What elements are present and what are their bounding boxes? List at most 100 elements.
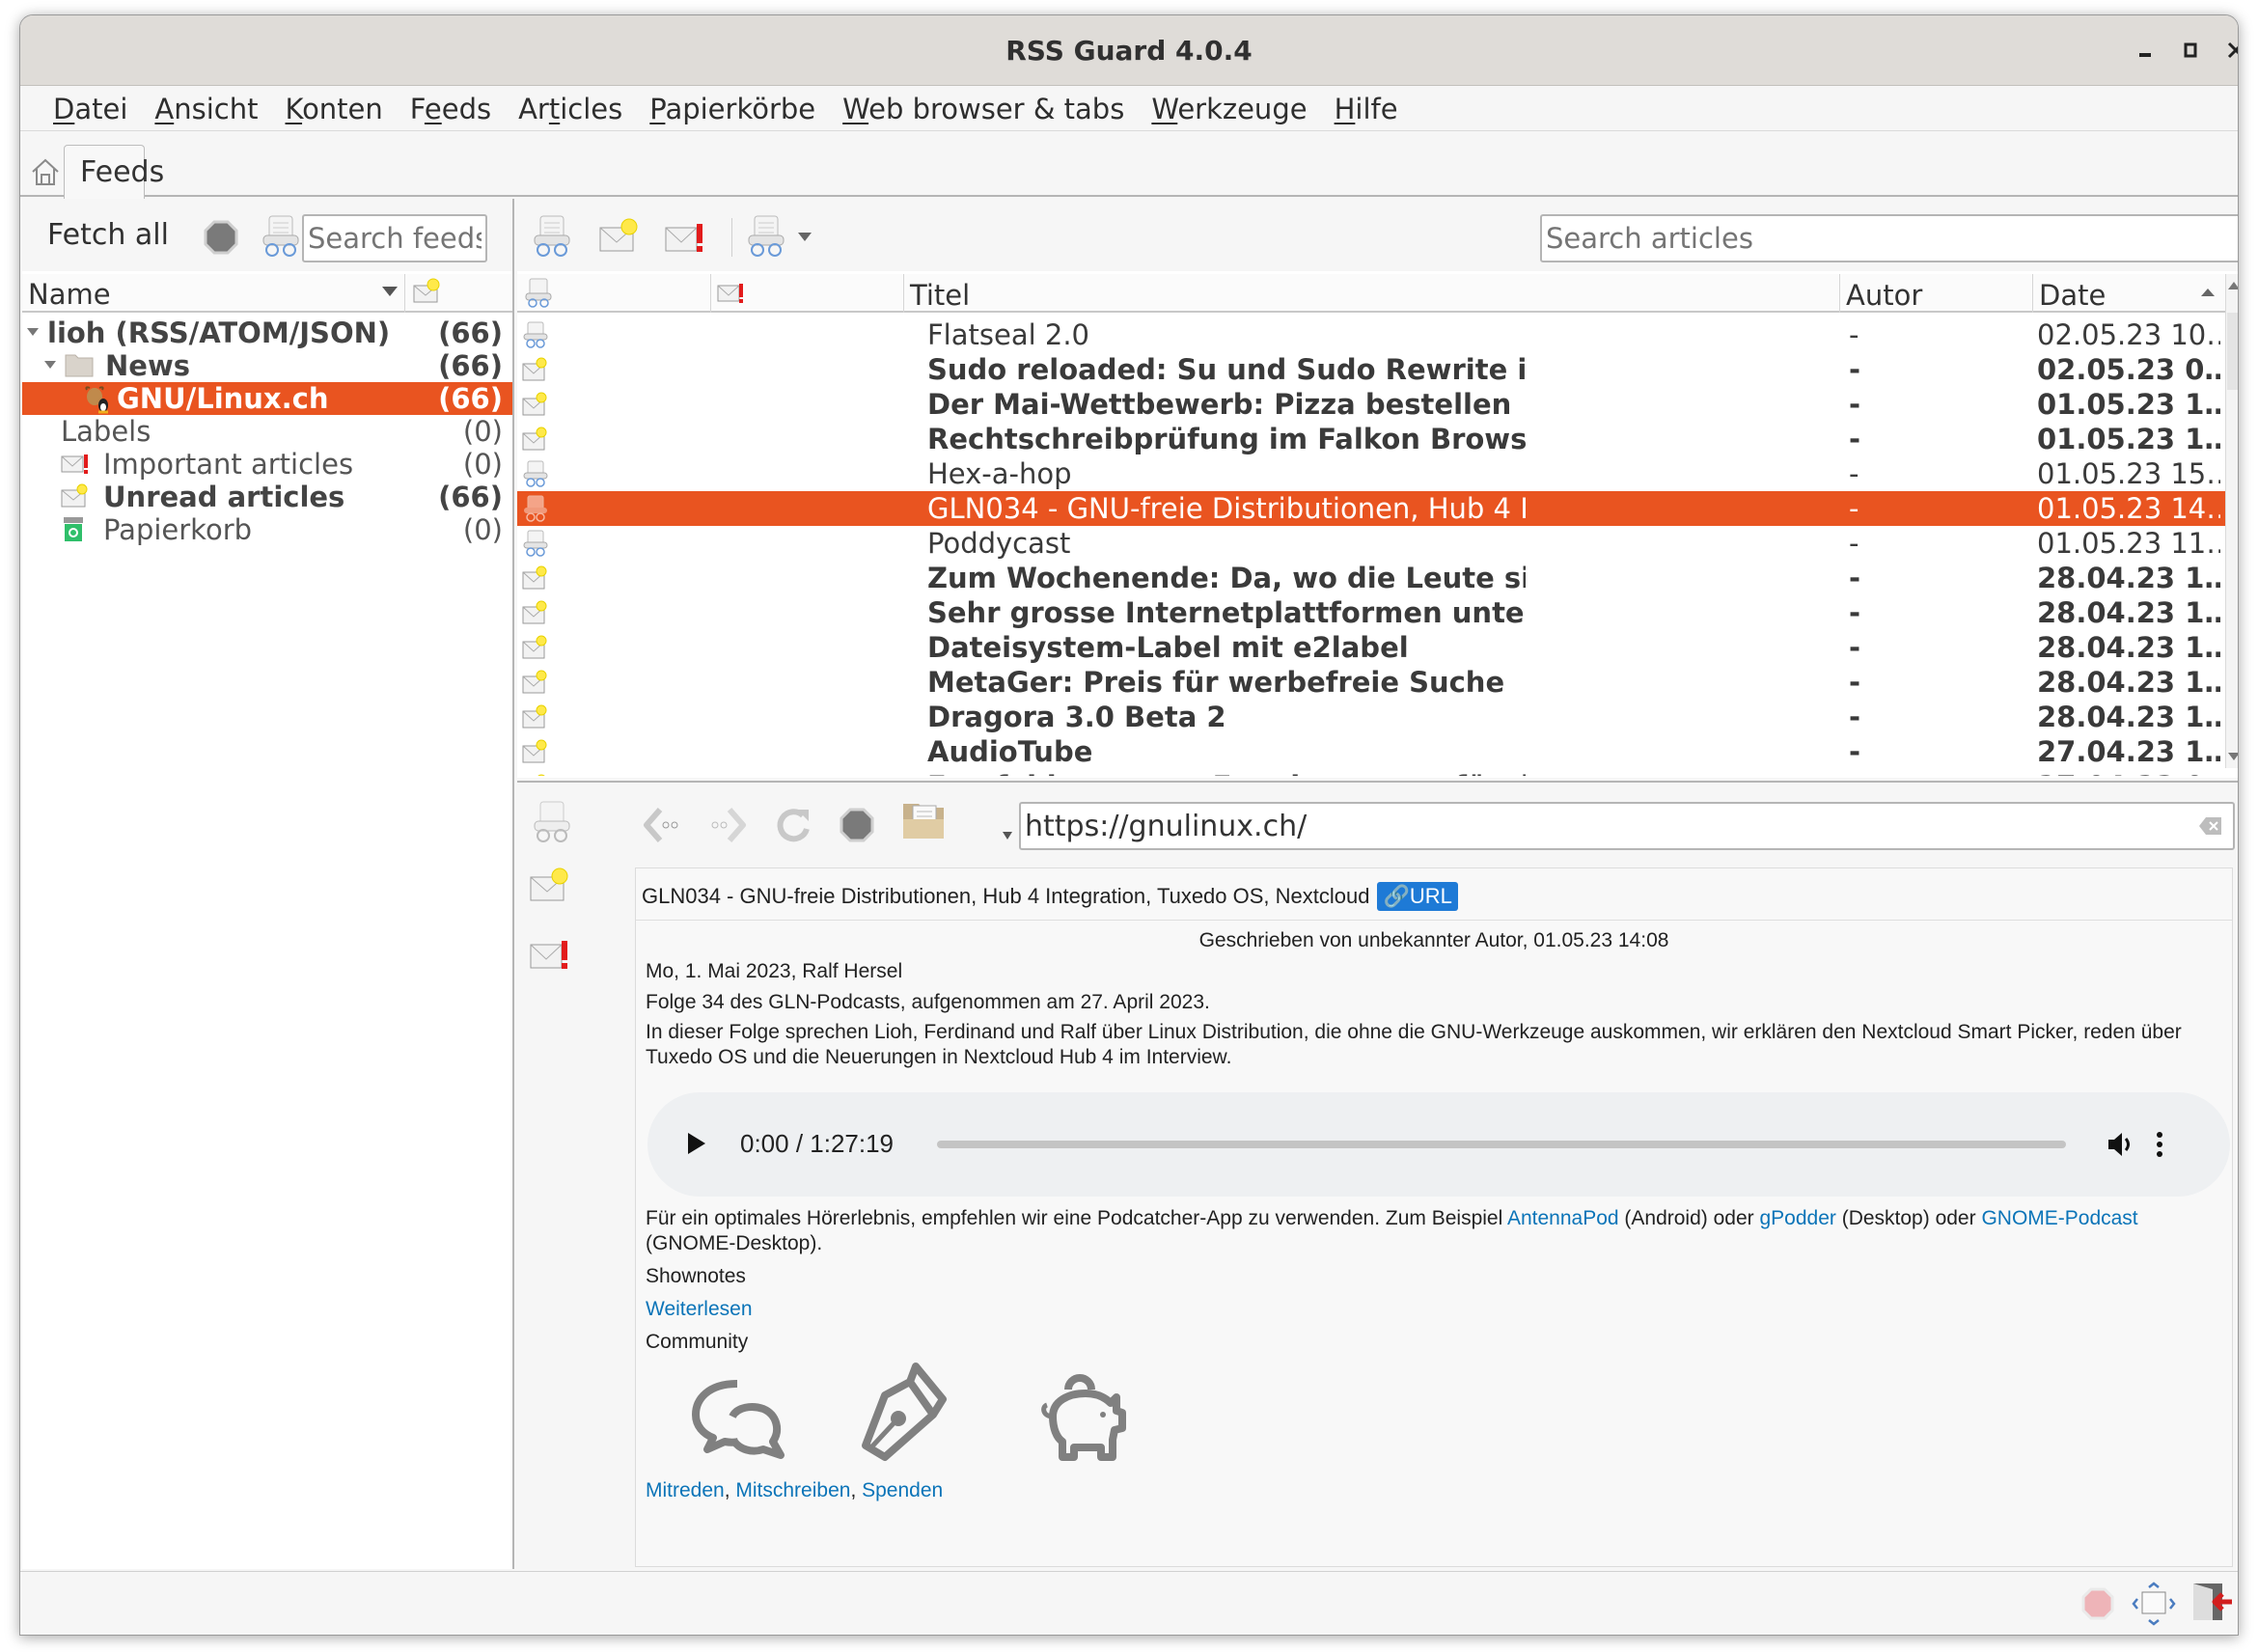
read-glasses-icon[interactable]	[522, 530, 549, 557]
menu-hilfe[interactable]: Hilfe	[1321, 87, 1412, 130]
search-feeds-input[interactable]	[302, 214, 487, 262]
unread-envelope-icon[interactable]	[522, 703, 549, 730]
feed-tree-item[interactable]: Important articles (0)	[22, 448, 512, 481]
close-button[interactable]	[2217, 31, 2238, 69]
scroll-down-icon[interactable]	[2226, 749, 2239, 764]
article-author-cell: -	[1849, 735, 1861, 768]
read-glasses-icon[interactable]	[522, 460, 549, 487]
articles-scrollbar[interactable]	[2225, 274, 2239, 768]
stop-icon	[2081, 1587, 2114, 1620]
menu-ansicht[interactable]: Ansicht	[141, 87, 271, 130]
unread-envelope-icon[interactable]	[522, 356, 549, 383]
sort-dropdown-icon[interactable]	[381, 286, 399, 297]
feed-count: (0)	[462, 513, 503, 546]
feed-tree-item[interactable]: Labels (0)	[22, 415, 512, 448]
viewer-mark-unread-button[interactable]	[529, 867, 569, 902]
audio-seek-slider[interactable]	[937, 1141, 2066, 1148]
unread-envelope-icon[interactable]	[522, 564, 549, 592]
piggy-bank-icon[interactable]	[1030, 1370, 1136, 1467]
unread-envelope-icon[interactable]	[522, 634, 549, 661]
article-row[interactable]: Poddycast - 01.05.23 11…	[517, 526, 2225, 561]
article-row[interactable]: Dragora 3.0 Beta 2 - 28.04.23 1…	[517, 700, 2225, 734]
feed-tree-item[interactable]: lioh (RSS/ATOM/JSON) (66)	[22, 317, 512, 349]
feed-tree-item[interactable]: Papierkorb (0)	[22, 513, 512, 546]
tab-feeds[interactable]: Feeds	[64, 145, 164, 199]
viewer-mark-important-button[interactable]	[529, 935, 571, 972]
antennapod-link[interactable]: AntennaPod	[1507, 1207, 1619, 1229]
home-icon[interactable]	[30, 156, 61, 187]
feed-tree-item[interactable]: News (66)	[22, 349, 512, 382]
menu-konten[interactable]: Konten	[271, 87, 396, 130]
article-row[interactable]: Flatseal 2.0 - 02.05.23 10…	[517, 317, 2225, 352]
unread-envelope-icon[interactable]	[522, 773, 549, 776]
expand-arrow-icon[interactable]	[26, 327, 40, 337]
menu-articles[interactable]: Articles	[505, 87, 636, 130]
scroll-up-icon[interactable]	[2226, 278, 2239, 293]
article-row[interactable]: MetaGer: Preis für werbefreie Suche - 28.0…	[517, 665, 2225, 700]
quit-button[interactable]	[2191, 1582, 2234, 1622]
menu-papierkörbe[interactable]: Papierkörbe	[636, 87, 829, 130]
feed-tree-item[interactable]: GNU/Linux.ch (66)	[22, 382, 512, 415]
mitschreiben-link[interactable]: Mitschreiben	[735, 1479, 850, 1501]
header-name[interactable]: Name	[28, 278, 111, 311]
article-date-cell: 02.05.23 10…	[2037, 318, 2220, 351]
volume-button[interactable]	[2107, 1131, 2135, 1158]
article-row[interactable]: Der Mai-Wettbewerb: Pizza bestellen - 01.0…	[517, 387, 2225, 422]
menu-datei[interactable]: Datei	[40, 87, 141, 130]
mitreden-link[interactable]: Mitreden	[646, 1479, 725, 1501]
back-button[interactable]	[643, 806, 683, 844]
stop-jobs-button[interactable]	[2081, 1587, 2114, 1620]
read-glasses-icon[interactable]	[522, 321, 549, 348]
article-row[interactable]: Sudo reloaded: Su und Sudo Rewrite in Ru…	[517, 352, 2225, 387]
menu-feeds[interactable]: Feeds	[397, 87, 505, 130]
stop-loading-button[interactable]	[840, 808, 874, 842]
spenden-link[interactable]: Spenden	[862, 1479, 943, 1501]
article-row[interactable]: Empfehlenswerte Erweiterungen für den GN…	[517, 769, 2225, 776]
mark-all-read-button[interactable]	[260, 214, 304, 259]
forward-button[interactable]	[706, 806, 747, 844]
more-vertical-icon	[2157, 1132, 2162, 1157]
unread-envelope-icon[interactable]	[522, 669, 549, 696]
discussion-icon[interactable]	[684, 1372, 790, 1469]
article-row[interactable]: Sehr grosse Internetplattformen unter Be…	[517, 595, 2225, 630]
article-header: GLN034 - GNU-freie Distributionen, Hub 4…	[636, 868, 2232, 921]
unread-count-header-icon[interactable]	[412, 278, 441, 305]
expand-arrow-icon[interactable]	[43, 360, 57, 370]
url-history-dropdown-icon[interactable]	[1002, 831, 1013, 840]
article-row[interactable]: Rechtschreibprüfung im Falkon Browser - 01…	[517, 422, 2225, 456]
article-row[interactable]: AudioTube - 27.04.23 1…	[517, 734, 2225, 769]
fountain-pen-icon[interactable]	[856, 1361, 952, 1467]
feed-count: (66)	[438, 349, 503, 382]
fetch-all-button[interactable]: Fetch all	[47, 218, 169, 252]
separator-text: ,	[724, 1479, 736, 1501]
article-row[interactable]: GLN034 - GNU-freie Distributionen, Hub 4…	[517, 491, 2225, 526]
unread-envelope-icon[interactable]	[522, 426, 549, 453]
play-button[interactable]	[686, 1131, 707, 1156]
url-input[interactable]: https://gnulinux.ch/	[1019, 802, 2235, 850]
clear-url-icon[interactable]	[2198, 815, 2223, 837]
unread-envelope-icon[interactable]	[522, 738, 549, 765]
stop-button[interactable]	[204, 220, 238, 255]
viewer-mark-read-button[interactable]	[531, 800, 575, 844]
open-external-button[interactable]	[901, 798, 948, 842]
weiterlesen-link[interactable]: Weiterlesen	[646, 1297, 753, 1322]
menu-web-browser-tabs[interactable]: Web browser & tabs	[829, 87, 1138, 130]
gpodder-link[interactable]: gPodder	[1759, 1207, 1835, 1229]
article-row[interactable]: Zum Wochenende: Da, wo die Leute sind - 28…	[517, 561, 2225, 595]
article-row[interactable]: Hex-a-hop - 01.05.23 15…	[517, 456, 2225, 491]
url-badge-link[interactable]: 🔗URL	[1377, 882, 1458, 911]
minimize-button[interactable]	[2126, 31, 2164, 69]
feed-tree-item[interactable]: Unread articles (66)	[22, 481, 512, 513]
podcatcher-text: (Desktop) oder	[1835, 1207, 1982, 1229]
read-glasses-icon[interactable]	[522, 495, 549, 522]
unread-envelope-icon[interactable]	[522, 599, 549, 626]
fullscreen-button[interactable]	[2132, 1582, 2176, 1626]
maximize-button[interactable]	[2171, 31, 2210, 69]
audio-more-button[interactable]	[2155, 1131, 2164, 1158]
menu-werkzeuge[interactable]: Werkzeuge	[1138, 87, 1320, 130]
unread-envelope-icon[interactable]	[522, 391, 549, 418]
gnome-podcast-link[interactable]: GNOME-Podcast	[1981, 1207, 2137, 1229]
reload-button[interactable]	[774, 806, 812, 844]
article-row[interactable]: Dateisystem-Label mit e2label - 28.04.23 1…	[517, 630, 2225, 665]
scroll-thumb[interactable]	[2227, 313, 2238, 390]
